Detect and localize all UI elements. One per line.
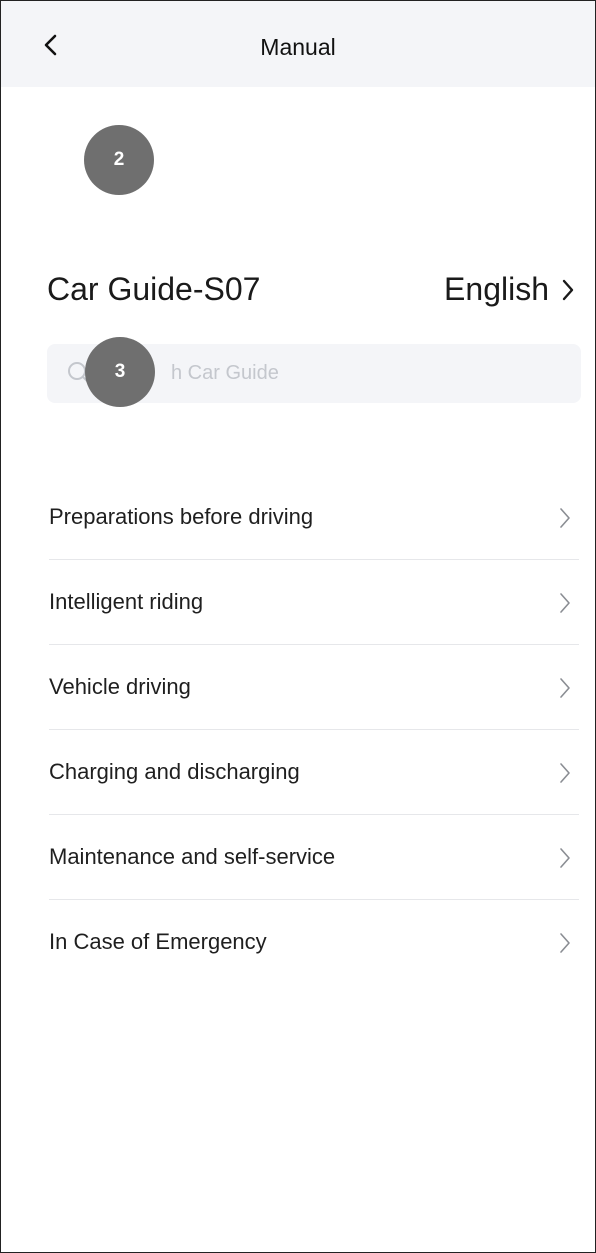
manual-menu-list: Preparations before driving Intelligent …: [49, 475, 579, 984]
language-selector[interactable]: English: [444, 271, 575, 308]
app-screen: Manual 2 Car Guide-S07 English h Car Gui…: [0, 0, 596, 1253]
menu-item-label: Charging and discharging: [49, 759, 300, 784]
menu-item-charging[interactable]: Charging and discharging: [49, 730, 579, 815]
page-title: Manual: [260, 34, 336, 60]
guide-title: Car Guide-S07: [47, 271, 261, 307]
language-label: English: [444, 271, 549, 307]
menu-item-label: Intelligent riding: [49, 589, 204, 614]
menu-item-label: Vehicle driving: [49, 674, 191, 699]
chevron-right-icon: [560, 763, 570, 783]
search-placeholder: h Car Guide: [171, 362, 279, 384]
menu-item-label: Maintenance and self-service: [49, 844, 336, 869]
menu-item-label: Preparations before driving: [49, 504, 314, 529]
step-badge-3: 3: [85, 337, 155, 407]
chevron-right-icon: [560, 678, 570, 698]
menu-item-emergency[interactable]: In Case of Emergency: [49, 900, 579, 984]
menu-item-label: In Case of Emergency: [49, 929, 267, 954]
menu-item-preparations[interactable]: Preparations before driving: [49, 475, 579, 560]
menu-item-maintenance[interactable]: Maintenance and self-service: [49, 815, 579, 900]
chevron-right-icon: [560, 933, 570, 953]
guide-header: Car Guide-S07 English: [47, 271, 575, 315]
chevron-right-icon: [562, 279, 574, 300]
step-badge-2: 2: [84, 125, 154, 195]
navigation-bar: Manual: [1, 1, 595, 87]
chevron-right-icon: [560, 848, 570, 868]
chevron-right-icon: [560, 508, 570, 528]
chevron-right-icon: [560, 593, 570, 613]
menu-item-vehicle-driving[interactable]: Vehicle driving: [49, 645, 579, 730]
menu-item-intelligent-riding[interactable]: Intelligent riding: [49, 560, 579, 645]
